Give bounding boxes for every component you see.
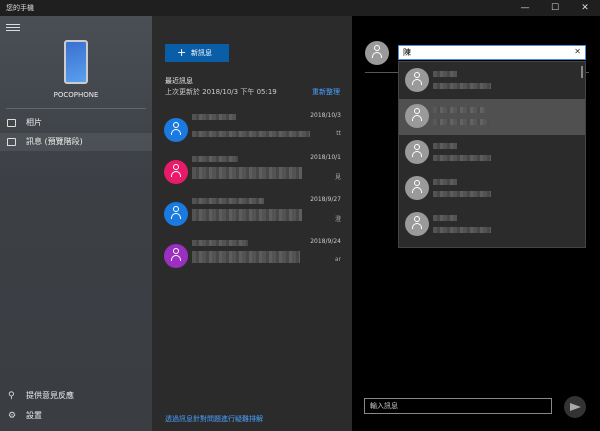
conversation-preview-tail: ar <box>334 256 341 263</box>
recent-messages-title: 最近訊息 <box>165 77 193 85</box>
refresh-link[interactable]: 重新整理 <box>312 87 340 97</box>
blurred-contact-name <box>192 114 236 120</box>
blurred-contact-number <box>433 191 491 197</box>
blurred-message-preview <box>192 251 300 263</box>
phone-icon <box>64 40 88 84</box>
maximize-button[interactable]: ☐ <box>540 0 570 16</box>
last-updated-text: 上次更新於 2018/10/3 下午 05:19 <box>165 88 277 96</box>
send-button[interactable] <box>564 396 586 418</box>
send-icon <box>570 403 581 411</box>
contact-suggestion[interactable] <box>399 207 585 243</box>
avatar <box>164 244 188 268</box>
person-icon <box>365 41 389 65</box>
avatar <box>164 118 188 142</box>
blurred-contact-name <box>433 107 485 113</box>
blurred-contact-number <box>433 83 491 89</box>
contact-suggestions <box>398 61 586 248</box>
avatar <box>405 104 429 128</box>
conversation-item[interactable]: 2018/9/27 澄 <box>152 196 352 236</box>
sidebar-item-messages[interactable]: 訊息 (預覽階段) <box>0 133 152 151</box>
sidebar-item-label: 提供意見反應 <box>26 391 74 400</box>
compose-pane: ✕ <box>352 16 600 431</box>
blurred-contact-name <box>433 215 457 221</box>
conversation-item[interactable]: 2018/10/3 tt <box>152 112 352 152</box>
sidebar-item-label: 設置 <box>26 411 42 420</box>
new-message-label: 新訊息 <box>191 49 212 57</box>
blurred-contact-name <box>433 179 457 185</box>
hamburger-menu-icon[interactable] <box>6 22 20 34</box>
contact-suggestion[interactable] <box>399 135 585 171</box>
blurred-contact-number <box>433 227 491 233</box>
feedback-icon: ⚲ <box>8 391 15 401</box>
person-icon <box>171 248 181 264</box>
conversation-date: 2018/10/1 <box>310 154 341 161</box>
sidebar-item-feedback[interactable]: ⚲ 提供意見反應 <box>0 388 152 404</box>
minimize-button[interactable]: — <box>510 0 540 16</box>
conversation-date: 2018/9/24 <box>310 238 341 245</box>
sidebar: POCOPHONE 相片 訊息 (預覽階段) ⚲ 提供意見反應 ⚙ 設置 <box>0 16 152 431</box>
sidebar-item-photos[interactable]: 相片 <box>0 114 152 132</box>
message-compose-box[interactable] <box>364 398 552 414</box>
conversation-preview-tail: 澄 <box>334 216 341 223</box>
close-button[interactable]: ✕ <box>570 0 600 16</box>
plus-icon: + <box>177 46 187 59</box>
recipient-input[interactable] <box>403 46 567 59</box>
avatar <box>405 176 429 200</box>
title-bar: 您的手機 — ☐ ✕ <box>0 0 600 16</box>
contact-suggestion[interactable] <box>399 99 585 135</box>
person-icon <box>171 206 181 222</box>
conversation-preview-tail: 見 <box>334 174 341 181</box>
gear-icon: ⚙ <box>8 411 17 421</box>
conversation-list: + 新訊息 最近訊息 上次更新於 2018/10/3 下午 05:19 重新整理… <box>152 16 352 431</box>
phone-name: POCOPHONE <box>53 91 99 99</box>
blurred-contact-name <box>433 143 457 149</box>
clear-icon[interactable]: ✕ <box>574 47 581 56</box>
blurred-contact-number <box>433 155 491 161</box>
blurred-contact-name <box>192 156 238 162</box>
sidebar-divider <box>6 108 146 109</box>
message-input[interactable] <box>370 399 546 413</box>
avatar <box>405 212 429 236</box>
sidebar-item-settings[interactable]: ⚙ 設置 <box>0 408 152 424</box>
avatar <box>405 68 429 92</box>
message-icon <box>7 138 16 146</box>
new-message-button[interactable]: + 新訊息 <box>165 44 229 62</box>
conversation-item[interactable]: 2018/10/1 見 <box>152 154 352 194</box>
recipient-search-box[interactable]: ✕ <box>398 45 586 60</box>
blurred-message-preview <box>192 131 310 137</box>
conversation-date: 2018/10/3 <box>310 112 341 119</box>
blurred-contact-name <box>433 71 457 77</box>
blurred-contact-name <box>192 240 248 246</box>
conversation-item[interactable]: 2018/9/24 ar <box>152 238 352 278</box>
avatar <box>164 202 188 226</box>
person-icon <box>171 122 181 138</box>
blurred-message-preview <box>192 167 302 179</box>
sidebar-item-label: 相片 <box>26 118 42 127</box>
avatar <box>405 140 429 164</box>
contact-suggestion[interactable] <box>399 63 585 99</box>
contact-suggestion[interactable] <box>399 171 585 207</box>
window-title: 您的手機 <box>6 4 34 12</box>
conversation-date: 2018/9/27 <box>310 196 341 203</box>
photo-icon <box>7 119 16 127</box>
blurred-contact-number <box>433 119 489 125</box>
blurred-contact-name <box>192 198 264 204</box>
blurred-message-preview <box>192 209 302 221</box>
troubleshoot-link[interactable]: 透過訊息針對問題進行疑難排解 <box>165 414 263 424</box>
sidebar-item-label: 訊息 (預覽階段) <box>26 137 83 146</box>
avatar <box>164 160 188 184</box>
recipient-avatar <box>365 41 389 65</box>
person-icon <box>171 164 181 180</box>
conversation-preview-tail: tt <box>336 130 341 137</box>
